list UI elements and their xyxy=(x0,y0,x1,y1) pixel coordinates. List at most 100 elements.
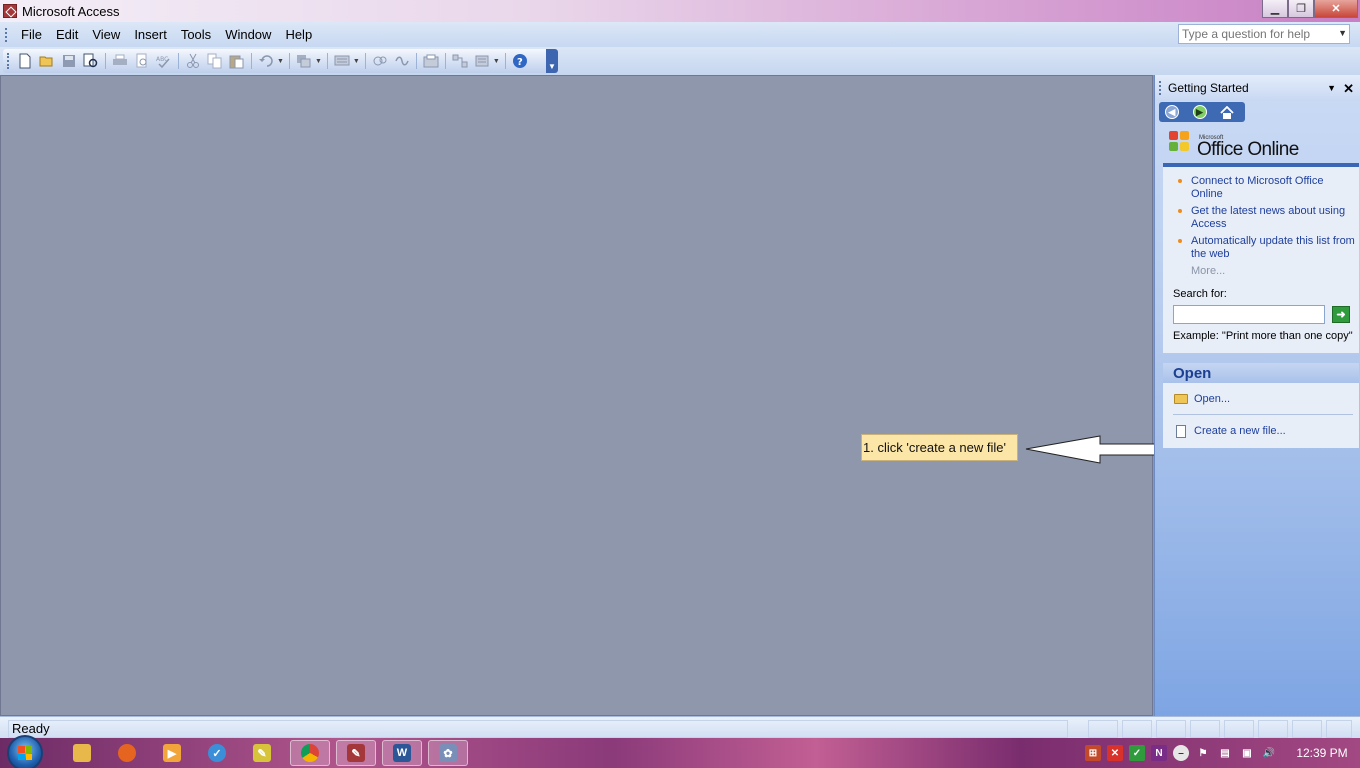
task-pane: Getting Started ▼ ✕ ◀ ▶ Microsoft Office… xyxy=(1154,75,1360,716)
link-label: Connect to Microsoft Office Online xyxy=(1191,175,1324,200)
menu-grip-handle[interactable] xyxy=(5,27,8,42)
search-go-button[interactable]: ➜ xyxy=(1332,306,1350,323)
taskbar-explorer[interactable] xyxy=(62,740,102,766)
status-panel xyxy=(1258,720,1288,738)
print-icon[interactable] xyxy=(111,52,129,70)
tray-status-icon[interactable]: – xyxy=(1173,745,1189,761)
code-icon[interactable] xyxy=(371,52,389,70)
action-center-flag-icon[interactable]: ⚑ xyxy=(1195,745,1211,761)
search-label: Search for: xyxy=(1173,288,1227,300)
toolbar-grip-handle[interactable] xyxy=(7,53,10,69)
menu-file[interactable]: File xyxy=(14,27,49,42)
link-label: Get the latest news about using Access xyxy=(1191,205,1346,230)
menu-view[interactable]: View xyxy=(85,27,127,42)
paste-icon[interactable] xyxy=(228,52,246,70)
back-button[interactable]: ◀ xyxy=(1162,104,1182,120)
help-question-box[interactable]: ▼ xyxy=(1178,24,1350,44)
taskbar-chrome[interactable] xyxy=(290,740,330,766)
menu-bar: File Edit View Insert Tools Window Help … xyxy=(0,22,1360,47)
minimize-button[interactable]: ▁ xyxy=(1262,0,1288,18)
link-latest-news[interactable]: Get the latest news about using Access xyxy=(1171,205,1355,231)
help-question-input[interactable] xyxy=(1182,27,1332,41)
file-search-icon[interactable] xyxy=(82,52,100,70)
start-button[interactable] xyxy=(7,735,43,768)
network-icon[interactable]: ▣ xyxy=(1239,745,1255,761)
status-panel xyxy=(1156,720,1186,738)
task-pane-dropdown-icon[interactable]: ▼ xyxy=(1327,83,1336,93)
tray-check-icon[interactable]: ✓ xyxy=(1129,745,1145,761)
media-player-icon: ▶ xyxy=(163,744,181,762)
taskbar-paint[interactable]: ✿ xyxy=(428,740,468,766)
script-editor-icon[interactable] xyxy=(393,52,411,70)
taskbar-pencil-app[interactable]: ✎ xyxy=(242,740,282,766)
analyze-icon[interactable] xyxy=(333,52,351,70)
open-file-link[interactable]: Open... xyxy=(1163,386,1359,412)
menu-help[interactable]: Help xyxy=(278,27,319,42)
access-app-icon[interactable] xyxy=(3,4,17,18)
taskbar-word[interactable]: W xyxy=(382,740,422,766)
help-dropdown-icon[interactable]: ▼ xyxy=(1338,28,1347,38)
office-logo-icon xyxy=(1169,131,1193,155)
taskbar-access[interactable]: ✎ xyxy=(336,740,376,766)
save-icon[interactable] xyxy=(60,52,78,70)
new-icon[interactable] xyxy=(16,52,34,70)
toolbar-options-icon[interactable]: ▼ xyxy=(546,49,558,73)
task-pane-grip-handle[interactable] xyxy=(1159,81,1162,95)
svg-text:?: ? xyxy=(517,57,523,68)
help-icon[interactable]: ? xyxy=(511,52,529,70)
window-title: Microsoft Access xyxy=(22,3,120,19)
toolbar-separator xyxy=(364,53,366,69)
menu-edit[interactable]: Edit xyxy=(49,27,85,42)
undo-icon[interactable] xyxy=(257,52,275,70)
analyze-dropdown-icon[interactable]: ▼ xyxy=(353,58,360,65)
volume-icon[interactable]: 🔊 xyxy=(1261,745,1277,761)
clock[interactable]: 12:39 PM xyxy=(1292,746,1352,760)
status-panel xyxy=(1292,720,1322,738)
office-links-dropdown-icon[interactable]: ▼ xyxy=(315,58,322,65)
task-pane-close-icon[interactable]: ✕ xyxy=(1343,81,1354,97)
properties-icon[interactable] xyxy=(422,52,440,70)
status-panel xyxy=(1088,720,1118,738)
link-connect-office-online[interactable]: Connect to Microsoft Office Online xyxy=(1171,175,1355,201)
paint-icon: ✿ xyxy=(439,744,457,762)
restore-button[interactable]: ❐ xyxy=(1288,0,1314,18)
search-input[interactable] xyxy=(1173,305,1325,324)
search-row: ➜ xyxy=(1163,305,1359,324)
office-links-icon[interactable] xyxy=(295,52,313,70)
device-icon[interactable]: ▤ xyxy=(1217,745,1233,761)
tray-app-icon[interactable]: ⊞ xyxy=(1085,745,1101,761)
link-update-list[interactable]: Automatically update this list from the … xyxy=(1171,235,1355,261)
open-divider xyxy=(1173,414,1353,415)
taskbar-media-player[interactable]: ▶ xyxy=(152,740,192,766)
print-preview-icon[interactable] xyxy=(133,52,151,70)
new-object-dropdown-icon[interactable]: ▼ xyxy=(493,58,500,65)
callout-arrow-icon xyxy=(1025,435,1173,464)
word-icon: W xyxy=(393,744,411,762)
cut-icon[interactable] xyxy=(184,52,202,70)
home-icon xyxy=(1220,105,1234,119)
relationships-icon[interactable] xyxy=(451,52,469,70)
menu-tools[interactable]: Tools xyxy=(174,27,218,42)
forward-button[interactable]: ▶ xyxy=(1190,104,1210,120)
status-panel xyxy=(1326,720,1352,738)
open-icon[interactable] xyxy=(38,52,56,70)
new-object-icon[interactable] xyxy=(473,52,491,70)
more-link[interactable]: More... xyxy=(1163,265,1359,277)
home-button[interactable] xyxy=(1217,104,1237,120)
task-pane-header: Getting Started ▼ ✕ xyxy=(1155,75,1360,101)
taskbar-messenger[interactable]: ✓ xyxy=(197,740,237,766)
onenote-icon[interactable]: N xyxy=(1151,745,1167,761)
close-button[interactable]: ✕ xyxy=(1314,0,1358,18)
copy-icon[interactable] xyxy=(206,52,224,70)
taskbar-firefox[interactable] xyxy=(107,740,147,766)
spelling-icon[interactable]: ABC xyxy=(155,52,173,70)
menu-insert[interactable]: Insert xyxy=(127,27,174,42)
toolbar-separator xyxy=(415,53,417,69)
menu-window[interactable]: Window xyxy=(218,27,278,42)
tray-security-icon[interactable]: ✕ xyxy=(1107,745,1123,761)
open-header: Open xyxy=(1163,363,1359,383)
online-links-list: Connect to Microsoft Office Online Get t… xyxy=(1163,167,1359,261)
create-new-file-link[interactable]: Create a new file... xyxy=(1163,418,1359,444)
undo-dropdown-icon[interactable]: ▼ xyxy=(277,58,284,65)
new-file-icon xyxy=(1176,424,1186,438)
